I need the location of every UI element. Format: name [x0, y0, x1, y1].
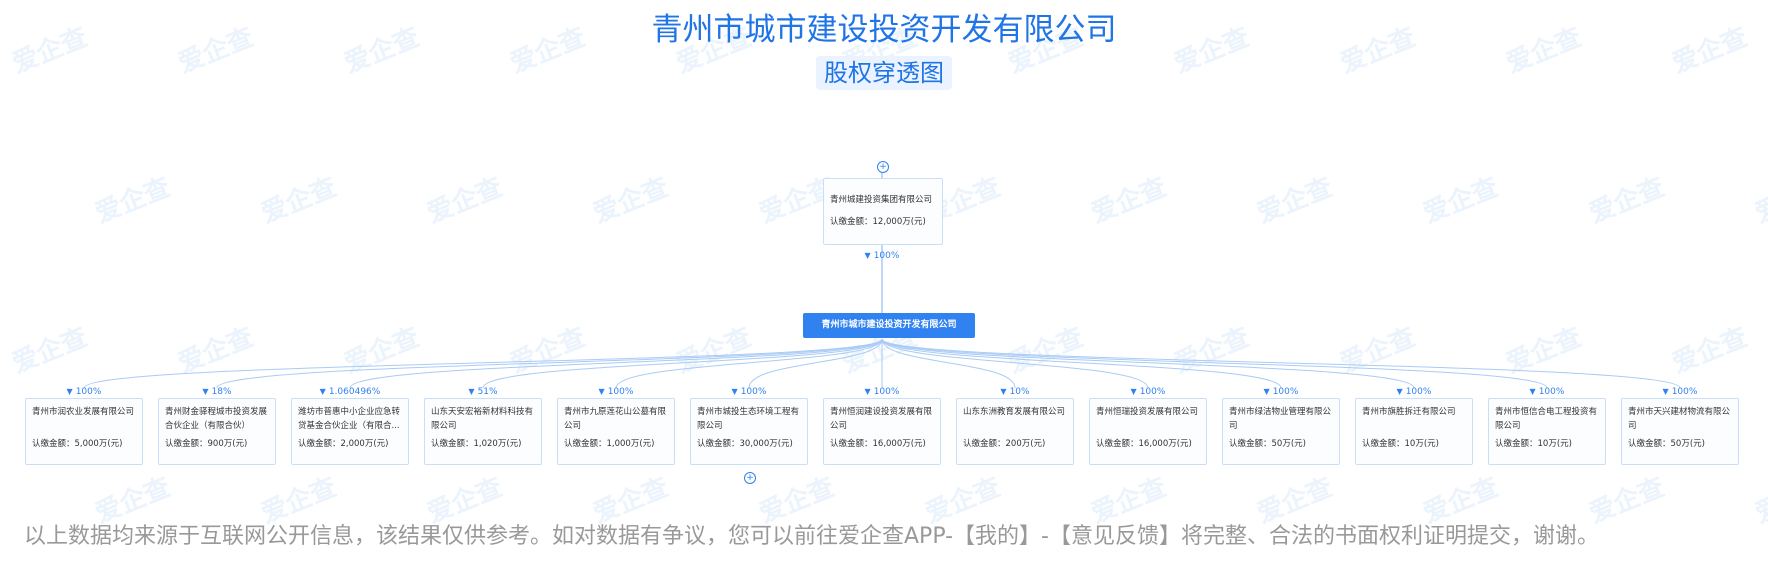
investment-percent: ▼ 1.060496% — [319, 387, 381, 397]
expand-down-icon[interactable]: + — [744, 472, 756, 484]
investment-node[interactable]: 青州财金驿程城市投资发展合伙企业（有限合伙） 认缴金额：900万(元) — [158, 398, 276, 465]
investment-name: 青州市旗胜拆迁有限公司 — [1362, 407, 1456, 417]
investment-amount: 认缴金额：1,020万(元) — [431, 439, 522, 449]
arrow-down-icon: ▼ — [864, 387, 871, 396]
investment-name: 潍坊市普惠中小企业应急转贷基金合伙企业（有限合... — [298, 407, 401, 431]
investment-name: 青州市天兴建材物流有限公司 — [1628, 407, 1731, 431]
shareholder-percent: ▼ 100% — [864, 251, 900, 261]
investment-percent: ▼ 100% — [66, 387, 102, 397]
investment-node[interactable]: 青州恒润建设投资发展有限公司认缴金额：16,000万(元) — [823, 398, 941, 465]
investment-name: 青州恒润建设投资发展有限公司 — [830, 407, 933, 431]
investment-node[interactable]: 青州市绿洁物业管理有限公司认缴金额：50万(元) — [1222, 398, 1340, 465]
arrow-down-icon: ▼ — [1396, 387, 1403, 396]
investment-percent: ▼ 100% — [598, 387, 634, 397]
connector-line — [216, 338, 883, 389]
arrow-down-icon: ▼ — [1130, 387, 1137, 396]
connector-line — [881, 338, 1415, 389]
connector-line — [881, 338, 1548, 389]
investment-amount: 认缴金额：50万(元) — [1229, 439, 1306, 449]
connector-line — [881, 338, 1149, 389]
investment-amount: 认缴金额：5,000万(元) — [32, 439, 123, 449]
investment-amount: 认缴金额：30,000万(元) — [697, 439, 793, 449]
investment-amount: 认缴金额：200万(元) — [963, 439, 1046, 449]
connector-line — [349, 338, 883, 389]
investment-node[interactable]: 青州市旗胜拆迁有限公司 认缴金额：10万(元) — [1355, 398, 1473, 465]
investment-name: 青州市绿洁物业管理有限公司 — [1229, 407, 1332, 431]
arrow-down-icon: ▼ — [731, 387, 738, 396]
investment-node[interactable]: 青州市润农业发展有限公司 认缴金额：5,000万(元) — [25, 398, 143, 465]
arrow-down-icon: ▼ — [66, 387, 73, 396]
investment-percent: ▼ 18% — [202, 387, 232, 397]
investment-name: 青州市润农业发展有限公司 — [32, 407, 135, 417]
investment-node[interactable]: 潍坊市普惠中小企业应急转贷基金合伙企业（有限合... 认缴金额：2,000万(元) — [291, 398, 409, 465]
investment-name: 青州市九原莲花山公墓有限公司 — [564, 407, 667, 431]
investment-name: 山东东洲教育发展有限公司 — [963, 407, 1066, 417]
arrow-down-icon: ▼ — [1529, 387, 1536, 396]
investment-node[interactable]: 山东东洲教育发展有限公司 认缴金额：200万(元) — [956, 398, 1074, 465]
investment-node[interactable]: 青州市城投生态环境工程有限公司认缴金额：30,000万(元) — [690, 398, 808, 465]
connector-lines — [83, 173, 1681, 389]
arrow-down-icon: ▼ — [202, 387, 209, 396]
investment-percent: ▼ 100% — [1662, 387, 1698, 397]
investment-name: 青州市恒信合电工程投资有限公司 — [1495, 407, 1598, 431]
investment-name: 青州财金驿程城市投资发展合伙企业（有限合伙） — [165, 407, 268, 431]
investment-node[interactable]: 青州市恒信合电工程投资有限公司认缴金额：10万(元) — [1488, 398, 1606, 465]
investment-name: 青州恒瑞投资发展有限公司 — [1096, 407, 1199, 417]
investment-amount: 认缴金额：2,000万(元) — [298, 439, 389, 449]
connector-line — [881, 338, 1282, 389]
shareholder-amount: 认缴金额：12,000万(元) — [830, 217, 926, 227]
investment-percent: ▼ 100% — [731, 387, 767, 397]
investment-amount: 认缴金额：10万(元) — [1362, 439, 1439, 449]
expand-up-icon[interactable]: + — [877, 161, 889, 173]
investment-amount: 认缴金额：16,000万(元) — [1096, 439, 1192, 449]
investment-percent: ▼ 100% — [1529, 387, 1565, 397]
shareholder-name: 青州城建投资集团有限公司 — [830, 195, 933, 205]
investment-percent: ▼ 100% — [1130, 387, 1166, 397]
investment-node[interactable]: 青州恒瑞投资发展有限公司 认缴金额：16,000万(元) — [1089, 398, 1207, 465]
arrow-down-icon: ▼ — [864, 251, 871, 260]
connector-line — [881, 338, 1681, 389]
arrow-down-icon: ▼ — [319, 387, 326, 396]
investment-name: 山东天安宏裕新材料科技有限公司 — [431, 407, 534, 431]
center-company-node[interactable]: 青州市城市建设投资开发有限公司 — [803, 313, 975, 338]
investment-percent: ▼ 100% — [1396, 387, 1432, 397]
arrow-down-icon: ▼ — [1000, 387, 1007, 396]
arrow-down-icon: ▼ — [1662, 387, 1669, 396]
investment-percent: ▼ 100% — [1263, 387, 1299, 397]
arrow-down-icon: ▼ — [598, 387, 605, 396]
investment-node[interactable]: 山东天安宏裕新材料科技有限公司认缴金额：1,020万(元) — [424, 398, 542, 465]
investment-node[interactable]: 青州市九原莲花山公墓有限公司认缴金额：1,000万(元) — [557, 398, 675, 465]
arrow-down-icon: ▼ — [468, 387, 475, 396]
disclaimer-text: 以上数据均来源于互联网公开信息，该结果仅供参考。如对数据有争议，您可以前往爱企查… — [24, 524, 1599, 549]
investment-amount: 认缴金额：900万(元) — [165, 439, 248, 449]
investment-name: 青州市城投生态环境工程有限公司 — [697, 407, 800, 431]
investment-amount: 认缴金额：1,000万(元) — [564, 439, 655, 449]
connector-line — [482, 338, 883, 389]
investment-percent: ▼ 51% — [468, 387, 498, 397]
investment-node[interactable]: 青州市天兴建材物流有限公司认缴金额：50万(元) — [1621, 398, 1739, 465]
investment-percent: ▼ 10% — [1000, 387, 1030, 397]
arrow-down-icon: ▼ — [1263, 387, 1270, 396]
investment-amount: 认缴金额：10万(元) — [1495, 439, 1572, 449]
investment-amount: 认缴金额：50万(元) — [1628, 439, 1705, 449]
connector-line — [615, 338, 883, 389]
investment-percent: ▼ 100% — [864, 387, 900, 397]
shareholder-node[interactable]: 青州城建投资集团有限公司 认缴金额：12,000万(元) — [823, 178, 943, 245]
connector-line — [83, 338, 883, 389]
investment-amount: 认缴金额：16,000万(元) — [830, 439, 926, 449]
